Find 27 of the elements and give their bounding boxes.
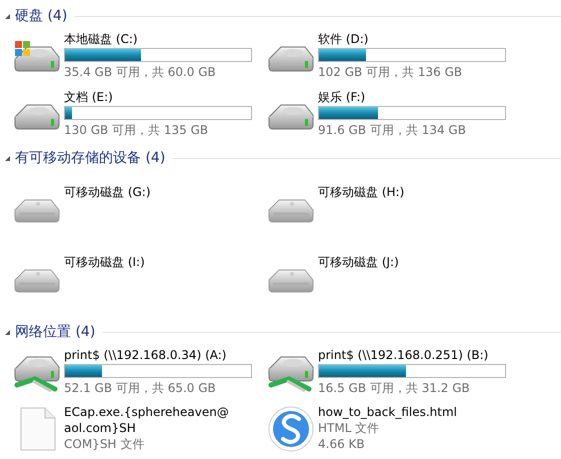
free-space: 16.5 GB 可用，共 31.2 GB xyxy=(318,380,470,396)
file-type: COM}SH 文件 xyxy=(64,436,144,452)
group-title[interactable]: 硬盘 (4) xyxy=(15,7,68,25)
item-name[interactable]: 本地磁盘 (C:) xyxy=(64,30,138,46)
item-name[interactable]: 可移动磁盘 (G:) xyxy=(64,184,151,200)
item-name[interactable]: 娱乐 (F:) xyxy=(318,88,366,104)
group-title[interactable]: 有可移动存储的设备 (4) xyxy=(15,149,166,167)
collapse-icon[interactable] xyxy=(5,156,10,160)
free-space: 130 GB 可用，共 135 GB xyxy=(64,122,208,138)
free-space: 52.1 GB 可用，共 65.0 GB xyxy=(64,380,216,396)
free-space: 91.6 GB 可用，共 134 GB xyxy=(318,122,466,138)
item-name[interactable]: ECap.exe.{sphereheaven@aol.com}SH xyxy=(64,404,234,436)
collapse-icon[interactable] xyxy=(5,330,10,334)
free-space: 102 GB 可用，共 136 GB xyxy=(318,64,462,80)
item-name[interactable]: 可移动磁盘 (H:) xyxy=(318,184,404,200)
item-name[interactable]: 可移动磁盘 (J:) xyxy=(318,254,399,270)
item-name[interactable]: print$ (\\192.168.0.251) (B:) xyxy=(318,346,488,362)
item-name[interactable]: print$ (\\192.168.0.34) (A:) xyxy=(64,346,226,362)
item-name[interactable]: 可移动磁盘 (I:) xyxy=(64,254,145,270)
collapse-icon[interactable] xyxy=(5,14,10,18)
item-name[interactable]: 文档 (E:) xyxy=(64,88,113,104)
file-size: 4.66 KB xyxy=(318,436,365,452)
item-name[interactable]: how_to_back_files.html xyxy=(318,404,458,420)
item-name[interactable]: 软件 (D:) xyxy=(318,30,368,46)
free-space: 35.4 GB 可用，共 60.0 GB xyxy=(64,64,216,80)
group-title[interactable]: 网络位置 (4) xyxy=(15,323,96,341)
file-type: HTML 文件 xyxy=(318,420,380,436)
